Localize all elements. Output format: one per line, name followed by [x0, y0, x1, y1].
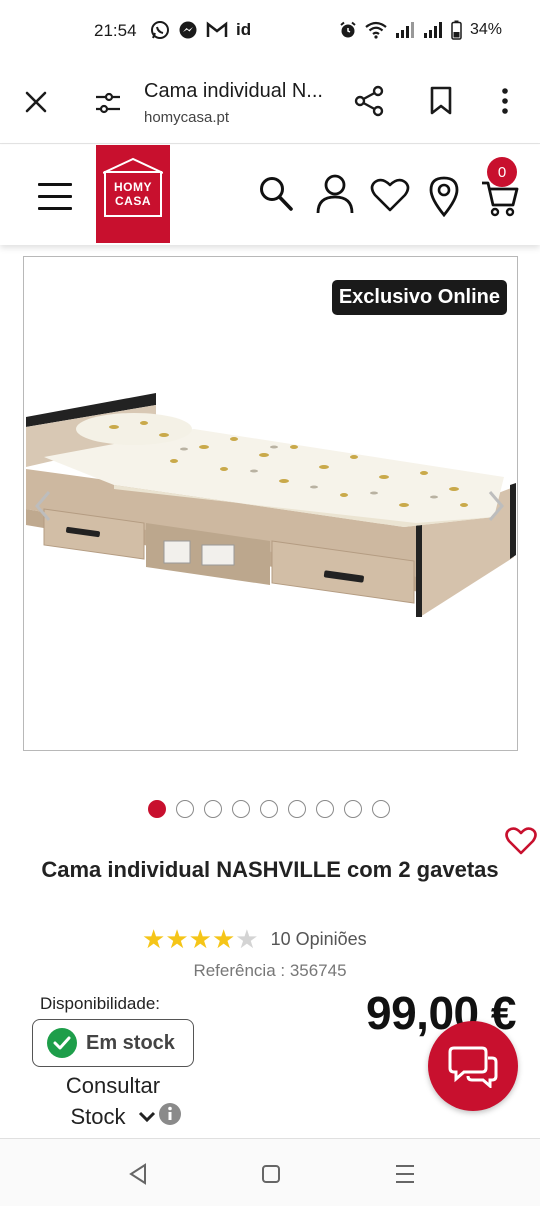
- logo-house: HOMY CASA: [103, 157, 163, 217]
- site-settings-icon[interactable]: [94, 90, 122, 116]
- product-image-bed: [26, 393, 516, 617]
- carousel-dot[interactable]: [260, 800, 278, 818]
- reviews-link[interactable]: 10 Opiniões: [271, 929, 367, 950]
- store-location-icon[interactable]: [428, 175, 460, 217]
- messenger-icon: [179, 21, 197, 39]
- bookmark-icon[interactable]: [428, 86, 454, 116]
- page-title: Cama individual N...: [144, 80, 323, 102]
- account-icon[interactable]: [315, 173, 355, 215]
- whatsapp-icon: [151, 21, 169, 39]
- battery-icon: [451, 20, 462, 40]
- site-header: HOMY CASA: [0, 145, 540, 245]
- previous-image-arrow[interactable]: [32, 489, 54, 523]
- cart-count-badge: 0: [487, 157, 517, 187]
- carousel-dot[interactable]: [148, 800, 166, 818]
- home-icon[interactable]: [261, 1164, 281, 1184]
- rating-stars: ★ ★ ★ ★ ★: [142, 926, 259, 952]
- star-filled-icon: ★: [188, 924, 212, 954]
- wifi-icon: [365, 21, 387, 39]
- menu-icon[interactable]: [38, 183, 72, 211]
- battery-percent: 34%: [469, 21, 502, 38]
- search-icon[interactable]: [258, 175, 294, 213]
- status-bar: 21:54 id 34%: [0, 0, 540, 62]
- status-app-icons: id: [150, 20, 251, 40]
- chat-button[interactable]: [428, 1021, 518, 1111]
- carousel-dot[interactable]: [232, 800, 250, 818]
- consult-stock-line2: Stock: [70, 1104, 126, 1129]
- image-carousel-dots: [148, 800, 390, 818]
- carousel-dot[interactable]: [316, 800, 334, 818]
- product-image-gallery[interactable]: Exclusivo Online: [23, 256, 518, 751]
- exclusive-online-badge: Exclusivo Online: [331, 280, 507, 315]
- info-icon[interactable]: [158, 1102, 182, 1126]
- chevron-down-icon: [138, 1111, 155, 1122]
- carousel-dot[interactable]: [204, 800, 222, 818]
- homycasa-logo[interactable]: HOMY CASA: [96, 145, 170, 243]
- star-filled-icon: ★: [211, 924, 236, 954]
- star-filled-icon: ★: [142, 924, 166, 954]
- logo-text-homy: HOMY: [114, 180, 152, 194]
- browser-toolbar: Cama individual N... homycasa.pt: [0, 62, 540, 144]
- signal-2-icon: [423, 22, 442, 38]
- alarm-icon: [340, 21, 356, 38]
- logo-text-casa: CASA: [114, 194, 151, 208]
- stock-status-badge: Em stock: [32, 1019, 194, 1067]
- back-icon[interactable]: [128, 1163, 148, 1185]
- share-icon[interactable]: [352, 84, 386, 118]
- status-indicators: 34%: [339, 20, 502, 40]
- star-filled-icon: ★: [165, 924, 189, 954]
- status-time: 21:54: [94, 21, 137, 40]
- product-reference: Referência : 356745: [193, 961, 347, 980]
- star-empty-icon: ★: [235, 924, 259, 954]
- consult-stock-line1: Consultar: [65, 1073, 161, 1098]
- more-options-icon[interactable]: [494, 86, 516, 116]
- next-image-arrow[interactable]: [485, 489, 507, 523]
- carousel-dot[interactable]: [344, 800, 362, 818]
- page-url[interactable]: homycasa.pt: [144, 109, 229, 126]
- check-icon: [47, 1028, 77, 1058]
- carousel-dot[interactable]: [288, 800, 306, 818]
- id-icon: id: [236, 20, 252, 39]
- stock-status-text: Em stock: [86, 1031, 175, 1054]
- signal-1-icon: [395, 22, 414, 38]
- product-title: Cama individual NASHVILLE com 2 gavetas: [41, 857, 499, 882]
- recent-apps-icon[interactable]: [394, 1163, 416, 1185]
- chat-icon: [448, 1046, 498, 1088]
- product-rating[interactable]: ★ ★ ★ ★ ★ 10 Opiniões: [142, 926, 367, 952]
- add-to-wishlist-icon[interactable]: [505, 826, 537, 856]
- carousel-dot[interactable]: [372, 800, 390, 818]
- availability-label: Disponibilidade:: [40, 994, 161, 1013]
- favorites-icon[interactable]: [370, 177, 410, 213]
- gmail-icon: [206, 21, 228, 37]
- close-icon[interactable]: [22, 88, 50, 116]
- system-navigation-bar: [0, 1138, 540, 1206]
- carousel-dot[interactable]: [176, 800, 194, 818]
